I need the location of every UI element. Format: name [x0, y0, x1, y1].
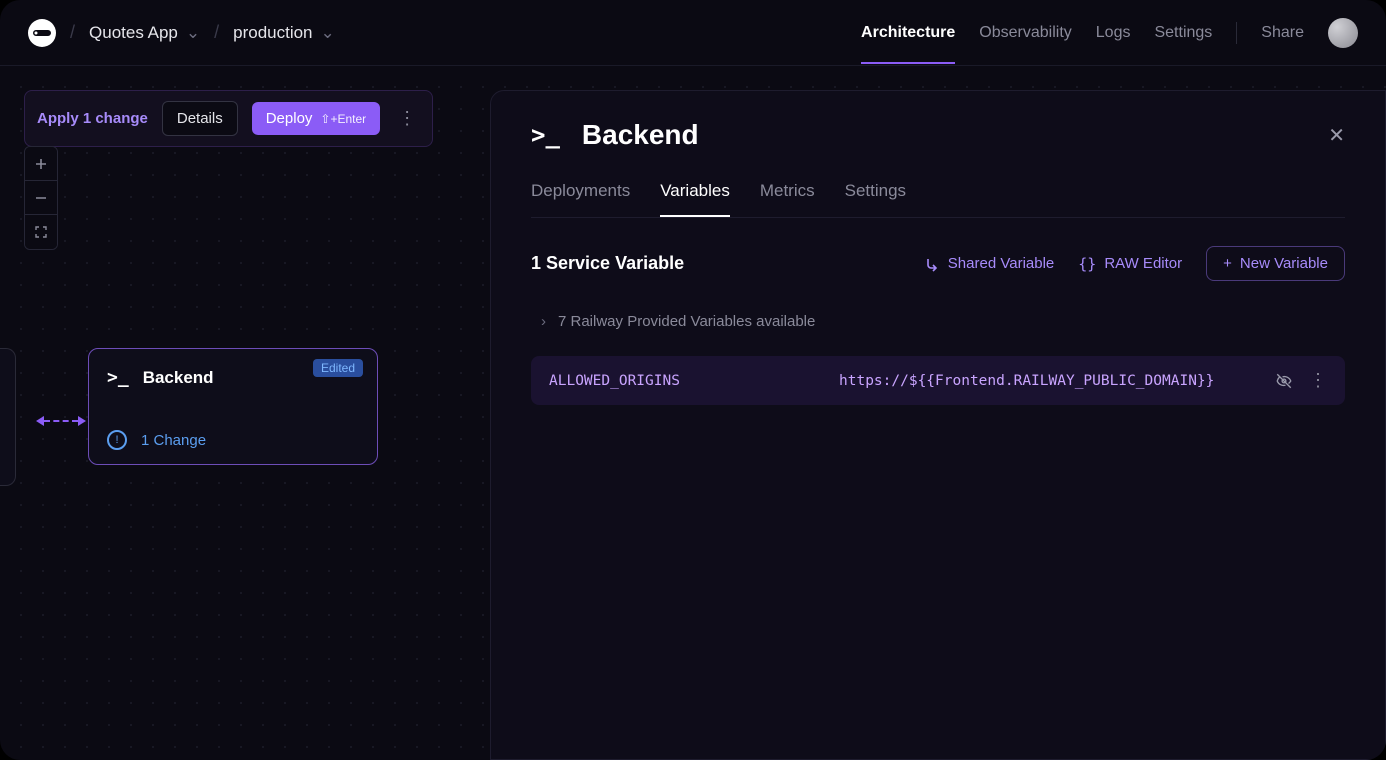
close-icon[interactable]: ✕ [1328, 123, 1345, 148]
provided-variables-row[interactable]: › 7 Railway Provided Variables available [531, 307, 1345, 336]
breadcrumb-env-label: production [233, 23, 312, 43]
nav-observability[interactable]: Observability [979, 24, 1071, 42]
more-icon[interactable]: ⋮ [1309, 370, 1327, 391]
service-node-status: ! 1 Change [107, 416, 359, 450]
shared-variable-link[interactable]: Shared Variable [924, 255, 1054, 272]
nav-share[interactable]: Share [1261, 24, 1304, 42]
tab-variables[interactable]: Variables [660, 181, 730, 217]
plus-icon: + [1223, 255, 1232, 272]
raw-editor-link[interactable]: {} RAW Editor [1078, 255, 1182, 273]
panel-tabs: Deployments Variables Metrics Settings [531, 181, 1345, 218]
details-button[interactable]: Details [162, 101, 238, 136]
nav-divider [1236, 22, 1237, 44]
chevron-right-icon: › [541, 313, 546, 330]
provided-variables-label: 7 Railway Provided Variables available [558, 313, 815, 330]
arrow-down-right-icon [924, 256, 940, 272]
zoom-out-button[interactable] [25, 181, 57, 215]
breadcrumb-sep: / [70, 22, 75, 43]
service-node-backend[interactable]: Edited >_ Backend ! 1 Change [88, 348, 378, 465]
avatar[interactable] [1328, 18, 1358, 48]
service-node-partial[interactable] [0, 348, 16, 486]
variable-value: https://${{Frontend.RAILWAY_PUBLIC_DOMAI… [839, 373, 1275, 389]
logo-icon[interactable] [28, 19, 56, 47]
variable-count: 1 Service Variable [531, 253, 684, 274]
tab-deployments[interactable]: Deployments [531, 181, 630, 217]
nav-logs[interactable]: Logs [1096, 24, 1131, 42]
terminal-icon: >_ [107, 367, 129, 388]
changes-label: Apply 1 change [37, 110, 148, 127]
eye-off-icon[interactable] [1275, 372, 1293, 390]
fit-button[interactable] [25, 215, 57, 249]
braces-icon: {} [1078, 255, 1096, 273]
header-right: Architecture Observability Logs Settings… [861, 18, 1358, 48]
panel-title: >_ Backend [531, 119, 699, 151]
deploy-shortcut: ⇧+Enter [320, 112, 366, 126]
header-left: / Quotes App ⌄ / production ⌄ [28, 19, 335, 47]
raw-editor-label: RAW Editor [1104, 255, 1182, 272]
new-variable-button[interactable]: + New Variable [1206, 246, 1345, 281]
tab-settings[interactable]: Settings [845, 181, 906, 217]
edited-badge: Edited [313, 359, 363, 377]
more-menu-icon[interactable]: ⋮ [394, 104, 420, 133]
canvas[interactable]: Apply 1 change Details Deploy ⇧+Enter ⋮ … [0, 66, 1386, 760]
chevron-down-icon: ⌄ [186, 23, 200, 43]
new-variable-label: New Variable [1240, 255, 1328, 272]
zoom-in-button[interactable] [25, 147, 57, 181]
deploy-button[interactable]: Deploy ⇧+Enter [252, 102, 380, 135]
zoom-controls [24, 146, 58, 250]
variable-key: ALLOWED_ORIGINS [549, 373, 839, 389]
edge-arrow-right [78, 416, 86, 426]
breadcrumb-project-label: Quotes App [89, 23, 178, 43]
change-count-label: 1 Change [141, 432, 206, 449]
breadcrumb-environment[interactable]: production ⌄ [233, 23, 335, 43]
shared-variable-label: Shared Variable [948, 255, 1054, 272]
edge-arrow-left [36, 416, 44, 426]
edge-line [44, 420, 78, 422]
nav-architecture[interactable]: Architecture [861, 24, 955, 42]
tab-metrics[interactable]: Metrics [760, 181, 815, 217]
header: / Quotes App ⌄ / production ⌄ Architectu… [0, 0, 1386, 66]
breadcrumb-project[interactable]: Quotes App ⌄ [89, 23, 200, 43]
breadcrumb-sep: / [214, 22, 219, 43]
panel-service-name: Backend [582, 119, 699, 151]
variable-row[interactable]: ALLOWED_ORIGINS https://${{Frontend.RAIL… [531, 356, 1345, 405]
service-name: Backend [143, 368, 214, 388]
edge [36, 416, 86, 426]
changes-bar: Apply 1 change Details Deploy ⇧+Enter ⋮ [24, 90, 433, 147]
terminal-icon: >_ [531, 121, 560, 149]
nav-settings[interactable]: Settings [1154, 24, 1212, 42]
info-circle-icon: ! [107, 430, 127, 450]
service-panel: >_ Backend ✕ Deployments Variables Metri… [490, 90, 1386, 760]
chevron-down-icon: ⌄ [321, 23, 335, 43]
deploy-label: Deploy [266, 110, 313, 127]
